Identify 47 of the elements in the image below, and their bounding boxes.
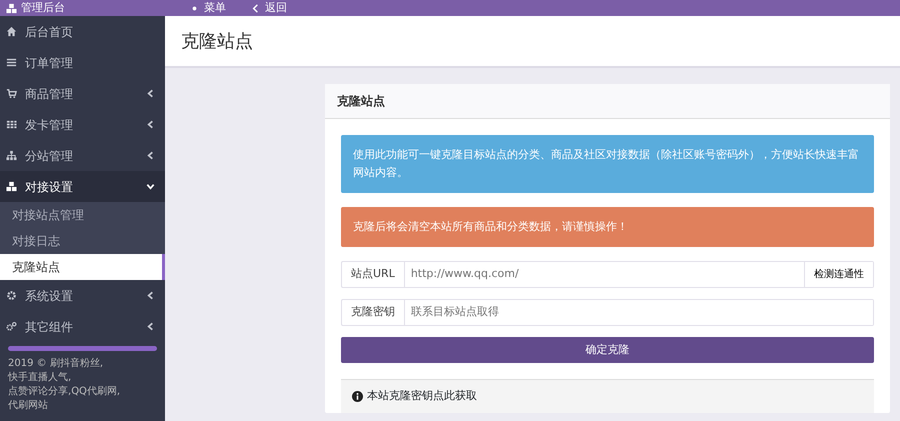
info-icon (352, 390, 363, 402)
gear-icon (6, 290, 17, 301)
get-key-link[interactable]: 点此获取 (433, 389, 477, 402)
footer-link[interactable]: QQ代刷网, (71, 386, 120, 397)
sidebar-item[interactable]: 订单管理 (0, 47, 165, 78)
submenu-item[interactable]: 克隆站点 (0, 254, 165, 280)
sidebar-item[interactable]: 其它组件 (0, 311, 165, 342)
sidebar-item[interactable]: 商品管理 (0, 78, 165, 109)
test-connection-button[interactable]: 检测连通性 (804, 262, 873, 287)
brand-title: 管理后台 (21, 0, 65, 16)
alert-message: 使用此功能可一键克隆目标站点的分类、商品及社区对接数据（除社区账号密码外），方便站长快速丰富网站内容。 (341, 135, 874, 193)
footer-link[interactable]: 快手直播人气, (8, 372, 72, 383)
home-icon (6, 26, 17, 37)
footer-link[interactable]: 刷抖音粉丝, (50, 358, 103, 369)
alert-message: 克隆后将会清空本站所有商品和分类数据，请谨慎操作！ (341, 207, 874, 247)
card-title: 克隆站点 (325, 84, 890, 119)
gears-icon (6, 321, 17, 332)
input-field[interactable]: 站点URL http://www.qq.com/ 检测连通性 (341, 261, 874, 288)
chevron-icon (146, 89, 155, 98)
list-icon (6, 57, 17, 68)
chevron-icon (146, 182, 155, 191)
input-field[interactable]: 克隆密钥 联系目标站点取得 (341, 299, 874, 326)
submit-button[interactable]: 确定克隆 (341, 337, 874, 363)
footer-link[interactable]: 代刷网站 (8, 400, 48, 411)
footer-link[interactable]: 点赞评论分享, (8, 386, 72, 397)
page-title: 克隆站点 (165, 16, 900, 68)
sidebar-item[interactable]: 对接设置 (0, 171, 165, 202)
sidebar-item[interactable]: 后台首页 (0, 16, 165, 47)
copyright-text: 2019 © 刷抖音粉丝, 快手直播人气, 点赞评论分享,QQ代刷网, 代刷网站 (6, 357, 122, 413)
sidebar-item[interactable]: 系统设置 (0, 280, 165, 311)
footer-note: 本站克隆密钥点此获取 (367, 388, 477, 404)
submenu-item[interactable]: 对接站点管理 (0, 202, 165, 228)
sidebar-item[interactable]: 分站管理 (0, 140, 165, 171)
chevron-icon (250, 2, 261, 14)
submenu-item[interactable]: 对接日志 (0, 228, 165, 254)
cubes-icon (6, 2, 17, 14)
grid-icon (6, 119, 17, 130)
cart-icon (6, 88, 17, 99)
chevron-icon (146, 120, 155, 129)
sitemap-icon (6, 150, 17, 161)
sidebar-item[interactable]: 发卡管理 (0, 109, 165, 140)
chevron-icon (146, 291, 155, 300)
nav-link[interactable]: 菜单 (189, 0, 226, 16)
cubes-icon (6, 181, 17, 192)
nav-link[interactable]: 返回 (250, 0, 287, 16)
chevron-icon (146, 322, 155, 331)
chevron-icon (146, 151, 155, 160)
